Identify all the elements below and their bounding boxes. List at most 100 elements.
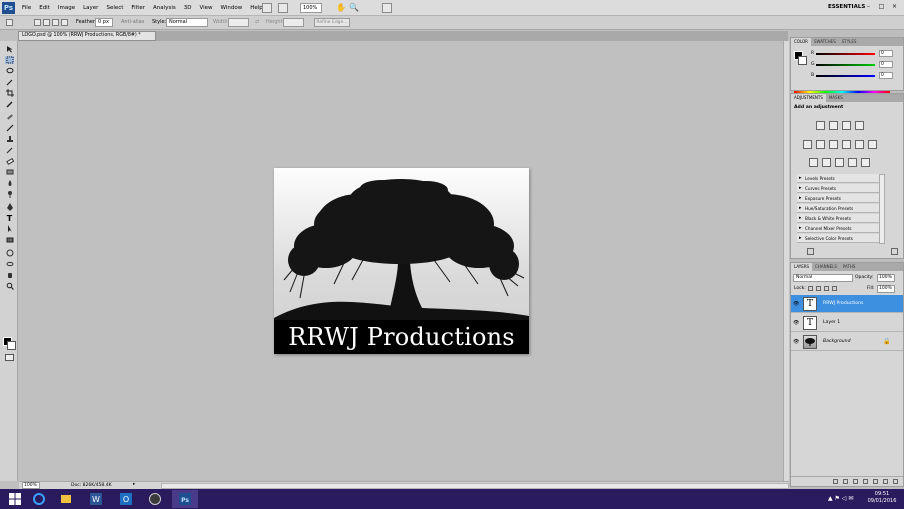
tab-masks[interactable]: MASKS [826, 94, 846, 102]
rectangle-tool-icon[interactable] [5, 236, 14, 244]
lock-transparency-icon[interactable] [808, 286, 813, 291]
color-balance-icon[interactable] [829, 140, 838, 149]
menu-edit[interactable]: Edit [39, 5, 50, 11]
preset-black-white[interactable]: Black & White Presets [797, 214, 879, 223]
lock-all-icon[interactable] [832, 286, 837, 291]
curves-icon[interactable] [842, 121, 851, 130]
delete-layer-icon[interactable] [893, 479, 898, 484]
taskbar-clock[interactable]: 09:51 09/01/2016 [862, 491, 902, 505]
brightness-contrast-icon[interactable] [816, 121, 825, 130]
menu-3d[interactable]: 3D [184, 5, 192, 11]
layer-visibility-eye-icon[interactable]: 👁 [793, 339, 800, 345]
antialias-checkbox[interactable]: Anti-alias [121, 19, 144, 25]
word-icon[interactable]: W [83, 490, 109, 508]
add-selection-icon[interactable] [43, 19, 50, 26]
eyedropper-tool-icon[interactable] [5, 100, 14, 108]
refine-edge-button[interactable]: Refine Edge... [314, 18, 350, 27]
healing-brush-tool-icon[interactable] [5, 113, 14, 121]
exposure-icon[interactable] [855, 121, 864, 130]
layer-row-layer-1[interactable]: 👁 T Layer 1 [791, 314, 903, 332]
lock-pixels-icon[interactable] [816, 286, 821, 291]
new-selection-icon[interactable] [34, 19, 41, 26]
marquee-tool-preset-icon[interactable] [6, 19, 13, 26]
internet-explorer-icon[interactable] [26, 490, 52, 508]
layer-name[interactable]: Layer 1 [823, 320, 840, 325]
levels-icon[interactable] [829, 121, 838, 130]
layer-style-icon[interactable] [843, 479, 848, 484]
preset-channel-mixer[interactable]: Channel Mixer Presets [797, 224, 879, 233]
preset-exposure[interactable]: Exposure Presets [797, 194, 879, 203]
start-button[interactable] [2, 490, 28, 508]
layer-visibility-eye-icon[interactable]: 👁 [793, 301, 800, 307]
hue-saturation-icon[interactable] [816, 140, 825, 149]
presets-scrollbar[interactable] [879, 174, 885, 244]
hand-tool-icon[interactable]: ✋ [336, 3, 346, 13]
link-layers-icon[interactable] [833, 479, 838, 484]
tab-channels[interactable]: CHANNELS [812, 263, 840, 271]
menu-analysis[interactable]: Analysis [153, 5, 176, 11]
arrange-documents-icon[interactable] [278, 3, 288, 13]
media-app-icon[interactable] [142, 490, 168, 508]
red-value-input[interactable]: 0 [879, 50, 893, 57]
layer-name[interactable]: RRWJ Productions [823, 301, 863, 306]
new-layer-icon[interactable] [883, 479, 888, 484]
swap-icon[interactable]: ⇄ [255, 19, 259, 25]
layer-row-background[interactable]: 👁 Background 🔒 [791, 333, 903, 351]
status-menu-arrow[interactable]: ▸ [133, 482, 135, 487]
minimize-button[interactable]: – [862, 3, 875, 10]
blur-tool-icon[interactable] [5, 179, 14, 187]
brush-tool-icon[interactable] [5, 124, 14, 132]
close-button[interactable]: × [888, 3, 901, 10]
eraser-tool-icon[interactable] [5, 157, 14, 165]
preset-selective-color[interactable]: Selective Color Presets [797, 234, 879, 243]
hand-tool-icon-panel[interactable] [5, 271, 14, 279]
file-explorer-icon[interactable] [53, 490, 79, 508]
invert-icon[interactable] [809, 158, 818, 167]
new-group-icon[interactable] [873, 479, 878, 484]
blue-slider[interactable] [816, 75, 875, 77]
height-input[interactable] [283, 18, 304, 27]
green-slider[interactable] [816, 64, 875, 66]
panel-footer-icon[interactable] [807, 248, 814, 255]
workspace-switcher[interactable]: ESSENTIALS [828, 4, 865, 10]
preset-curves[interactable]: Curves Presets [797, 184, 879, 193]
quick-select-tool-icon[interactable] [5, 78, 14, 86]
zoom-tool-icon[interactable]: 🔍 [349, 3, 359, 13]
zoom-level-field[interactable]: 100% [300, 3, 322, 13]
menu-help[interactable]: Help [250, 5, 263, 11]
panel-expand-icon[interactable] [891, 248, 898, 255]
dodge-tool-icon[interactable] [5, 190, 14, 198]
layer-visibility-eye-icon[interactable]: 👁 [793, 320, 800, 326]
threshold-icon[interactable] [835, 158, 844, 167]
opacity-input[interactable]: 100% [877, 274, 895, 282]
status-zoom-field[interactable]: 100% [22, 482, 40, 489]
tab-color[interactable]: COLOR [791, 38, 811, 46]
outlook-icon[interactable]: O [113, 490, 139, 508]
photo-filter-icon[interactable] [855, 140, 864, 149]
selective-color-icon[interactable] [861, 158, 870, 167]
menu-file[interactable]: File [22, 5, 31, 11]
maximize-button[interactable]: □ [875, 3, 888, 10]
new-adjustment-layer-icon[interactable] [863, 479, 868, 484]
pen-tool-icon[interactable] [5, 203, 14, 211]
gradient-tool-icon[interactable] [5, 168, 14, 176]
width-input[interactable] [228, 18, 249, 27]
black-white-icon[interactable] [842, 140, 851, 149]
lock-position-icon[interactable] [824, 286, 829, 291]
layer-row-rrwj-productions[interactable]: 👁 T RRWJ Productions [791, 295, 903, 313]
menu-select[interactable]: Select [106, 5, 123, 11]
launch-bridge-icon[interactable] [262, 3, 272, 13]
clone-stamp-tool-icon[interactable] [5, 135, 14, 143]
menu-window[interactable]: Window [221, 5, 243, 11]
tab-layers[interactable]: LAYERS [791, 263, 813, 271]
3d-orbit-tool-icon[interactable] [5, 260, 14, 268]
tab-swatches[interactable]: SWATCHES [811, 38, 839, 46]
preset-levels[interactable]: Levels Presets [797, 174, 879, 183]
tab-styles[interactable]: STYLES [839, 38, 860, 46]
menu-image[interactable]: Image [58, 5, 75, 11]
channel-mixer-icon[interactable] [868, 140, 877, 149]
add-mask-icon[interactable] [853, 479, 858, 484]
menu-view[interactable]: View [199, 5, 212, 11]
document-image[interactable]: RRWJ Productions [274, 168, 529, 354]
intersect-selection-icon[interactable] [61, 19, 68, 26]
